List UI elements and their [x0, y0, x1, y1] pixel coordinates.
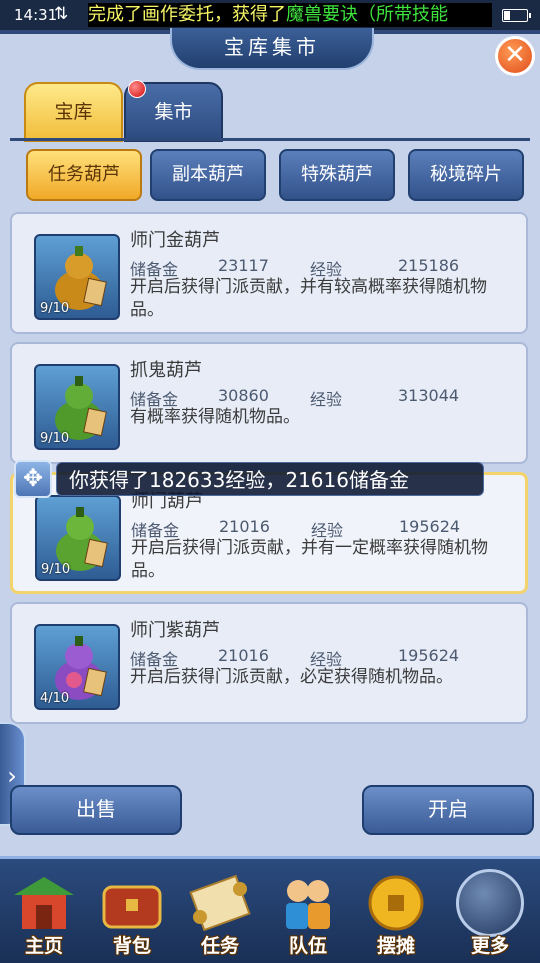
more-swirl-icon — [456, 869, 524, 937]
item-name: 师门紫葫芦 — [130, 620, 220, 641]
exp-value: 195624 — [398, 646, 460, 665]
dock-label: 摆摊 — [376, 935, 415, 957]
item-name: 师门金葫芦 — [130, 230, 220, 251]
sync-arrows-icon: ⇅ — [54, 4, 69, 24]
tab-vault[interactable]: 宝库 — [24, 82, 123, 142]
reserve-value: 21016 — [219, 517, 270, 536]
dock-more[interactable]: 更多 — [446, 859, 534, 963]
item-count: 9/10 — [40, 301, 70, 316]
item-card-1[interactable]: 9/10 师门金葫芦 储备金 23117 经验 215186 开启后获得门派贡献… — [10, 212, 528, 334]
notification-dot-icon — [128, 80, 146, 98]
item-description: 开启后获得门派贡献，必定获得随机物品。 — [130, 667, 453, 687]
dock-label: 队伍 — [288, 935, 327, 957]
dock-stall[interactable]: 摆摊 — [352, 859, 440, 963]
item-icon-slot: 9/10 — [34, 364, 120, 450]
item-description: 开启后获得门派贡献，并有一定概率获得随机物品。 — [131, 538, 488, 581]
window-title: 宝库集市 — [170, 28, 374, 70]
close-button[interactable]: ✕ — [495, 36, 535, 76]
item-name: 抓鬼葫芦 — [130, 360, 202, 381]
dock-tasks[interactable]: 任务 — [176, 859, 264, 963]
scroll-icon — [189, 874, 251, 932]
subtab-special-gourd[interactable]: 特殊葫芦 — [279, 149, 395, 201]
subtab-secret-fragment[interactable]: 秘境碎片 — [408, 149, 524, 201]
item-card-4[interactable]: 4/10 师门紫葫芦 储备金 21016 经验 195624 开启后获得门派贡献… — [10, 602, 528, 724]
item-description: 有概率获得随机物品。 — [130, 407, 300, 427]
item-icon-slot: 9/10 — [35, 495, 121, 581]
exp-value: 313044 — [398, 386, 460, 405]
home-pavilion-icon — [14, 877, 74, 929]
marquee-text-2: 魔兽要诀（所带技能 — [286, 4, 448, 25]
close-x-icon: ✕ — [504, 40, 526, 70]
treasure-chest-icon — [102, 885, 162, 929]
team-figures-icon — [286, 880, 330, 929]
item-icon-slot: 9/10 — [34, 234, 120, 320]
dock-bag[interactable]: 背包 — [88, 859, 176, 963]
dock-label: 背包 — [112, 935, 151, 957]
item-icon-slot: 4/10 — [34, 624, 120, 710]
reserve-value: 30860 — [218, 386, 269, 405]
dock-label: 任务 — [200, 935, 239, 957]
reserve-value: 21016 — [218, 646, 269, 665]
subtab-task-gourd[interactable]: 任务葫芦 — [26, 149, 142, 201]
status-bar: 14:31 ⇅ 完成了画作委托，获得了魔兽要诀（所带技能 — [0, 0, 540, 30]
open-button[interactable]: 开启 — [362, 785, 534, 835]
dock-team[interactable]: 队伍 — [264, 859, 352, 963]
system-message-marquee: 完成了画作委托，获得了魔兽要诀（所带技能 — [88, 3, 492, 27]
marquee-text-1: 完成了画作委托，获得了 — [88, 4, 286, 25]
bottom-dock: 主页 背包 任务 队伍 摆摊 更多 — [0, 856, 540, 963]
subtab-dungeon-gourd[interactable]: 副本葫芦 — [150, 149, 266, 201]
sell-button[interactable]: 出售 — [10, 785, 182, 835]
move-arrows-icon[interactable]: ✥ — [14, 460, 52, 498]
item-count: 9/10 — [41, 562, 71, 577]
exp-value: 195624 — [399, 517, 461, 536]
dock-label: 更多 — [470, 935, 509, 957]
reserve-value: 23117 — [218, 256, 269, 275]
exp-value: 215186 — [398, 256, 460, 275]
status-time: 14:31 — [14, 6, 58, 24]
item-count: 9/10 — [40, 431, 70, 446]
battery-icon — [502, 9, 531, 22]
tab-divider — [10, 138, 530, 141]
dock-label: 主页 — [24, 935, 63, 957]
item-count: 4/10 — [40, 691, 70, 706]
dock-home[interactable]: 主页 — [0, 859, 88, 963]
item-description: 开启后获得门派贡献，并有较高概率获得随机物品。 — [130, 277, 487, 320]
coin-icon — [368, 875, 424, 931]
item-card-2[interactable]: 9/10 抓鬼葫芦 储备金 30860 经验 313044 有概率获得随机物品。 — [10, 342, 528, 464]
reward-toast: 你获得了182633经验，21616储备金 — [56, 462, 484, 496]
